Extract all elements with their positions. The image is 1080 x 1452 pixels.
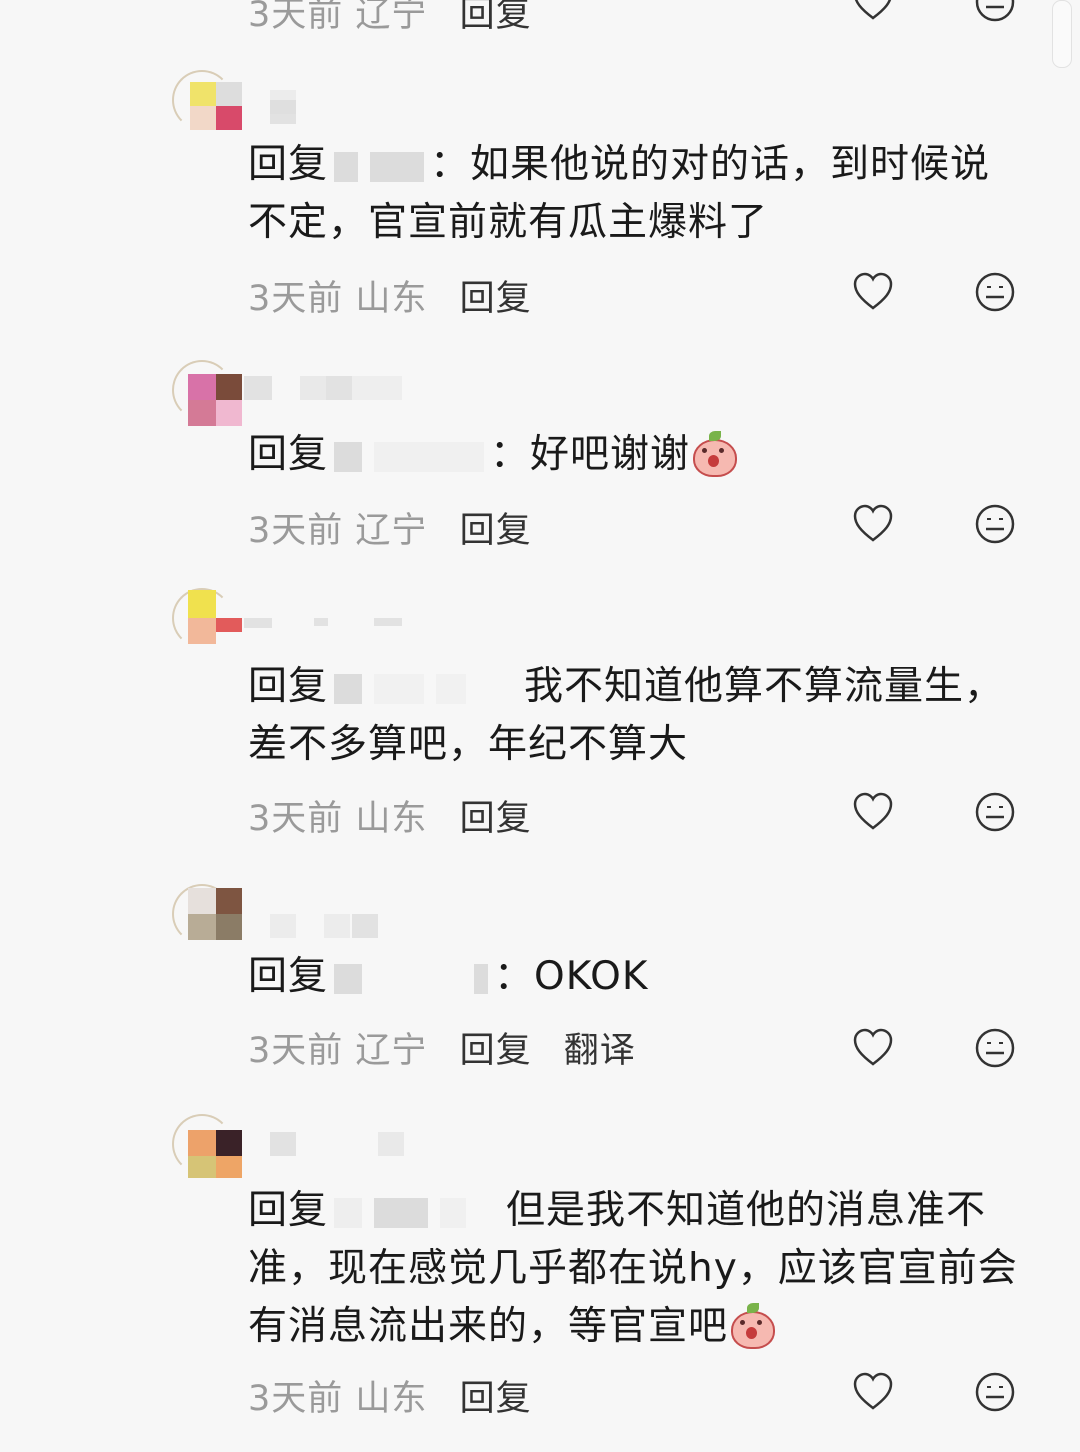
comment-location: 山东 [355, 279, 428, 319]
translate-button[interactable]: 翻译 [564, 1031, 636, 1071]
comment-time: 3天前 [248, 511, 344, 551]
comment-time: 3天前 [248, 1031, 344, 1071]
avatar[interactable] [172, 70, 242, 132]
neutral-face-icon[interactable] [973, 0, 1017, 24]
neutral-face-icon[interactable] [973, 502, 1017, 546]
heart-icon[interactable] [851, 790, 895, 834]
heart-icon[interactable] [851, 1370, 895, 1414]
reply-button[interactable]: 回复 [460, 0, 532, 35]
comment-time: 3天前 [248, 799, 344, 839]
reply-button[interactable]: 回复 [460, 279, 532, 319]
reply-prefix: 回复 [248, 664, 329, 709]
comment-text: 回复 我不知道他算不算流量生，差不多算吧，年纪不算大 [248, 658, 1028, 774]
comment-time: 3天前 [248, 279, 344, 319]
heart-icon[interactable] [851, 270, 895, 314]
scrollbar[interactable] [1052, 0, 1072, 68]
comment-content: ：好吧谢谢 [490, 432, 691, 477]
comment-location: 辽宁 [355, 511, 428, 551]
reply-prefix: 回复 [248, 142, 329, 187]
comment-content: ：OKOK [494, 954, 649, 999]
comment-time: 3天前 [248, 1379, 344, 1419]
reply-prefix: 回复 [248, 954, 329, 999]
comment-location: 山东 [355, 1379, 428, 1419]
neutral-face-icon[interactable] [973, 270, 1017, 314]
reply-button[interactable]: 回复 [460, 799, 532, 839]
comment-meta: 3天前 辽宁 回复 翻译 [248, 1022, 636, 1073]
comment-content: 但是我不知道他的消息准不准，现在感觉几乎都在说hy，应该官宣前会有消息流出来的，… [248, 1188, 1018, 1349]
reply-button[interactable]: 回复 [460, 1379, 532, 1419]
neutral-face-icon[interactable] [973, 1026, 1017, 1070]
reply-button[interactable]: 回复 [460, 511, 532, 551]
comment-text: 回复 但是我不知道他的消息准不准，现在感觉几乎都在说hy，应该官宣前会有消息流出来… [248, 1182, 1028, 1356]
comment-meta: 3天前 山东 回复 [248, 1370, 532, 1421]
reply-prefix: 回复 [248, 432, 329, 477]
comment-text: 回复 ：OKOK [248, 948, 1028, 1006]
heart-icon[interactable] [851, 0, 895, 24]
comment-text: 回复 ：好吧谢谢 [248, 426, 1028, 484]
avatar[interactable] [172, 1114, 242, 1178]
avatar[interactable] [172, 360, 242, 426]
peach-face-emoji [690, 431, 738, 477]
reply-prefix: 回复 [248, 1188, 329, 1233]
avatar[interactable] [172, 588, 242, 650]
heart-icon[interactable] [851, 1026, 895, 1070]
avatar[interactable] [172, 884, 242, 946]
comment-text: 回复 ：如果他说的对的话，到时候说不定，官宣前就有瓜主爆料了 [248, 136, 1028, 252]
comment-content: ：如果他说的对的话，到时候说不定，官宣前就有瓜主爆料了 [248, 142, 991, 245]
peach-face-emoji [728, 1303, 776, 1349]
comment-time: 3天前 [248, 0, 344, 35]
comment-location: 山东 [355, 799, 428, 839]
neutral-face-icon[interactable] [973, 790, 1017, 834]
neutral-face-icon[interactable] [973, 1370, 1017, 1414]
comment-location: 辽宁 [355, 0, 428, 35]
comment-meta: 3天前 山东 回复 [248, 270, 532, 321]
heart-icon[interactable] [851, 502, 895, 546]
reply-button[interactable]: 回复 [460, 1031, 532, 1071]
comment-meta: 3天前 辽宁 回复 [248, 502, 532, 553]
comment-meta: 3天前 山东 回复 [248, 790, 532, 841]
comment-location: 辽宁 [355, 1031, 428, 1071]
comment-meta: 3天前 辽宁 回复 [248, 0, 532, 37]
